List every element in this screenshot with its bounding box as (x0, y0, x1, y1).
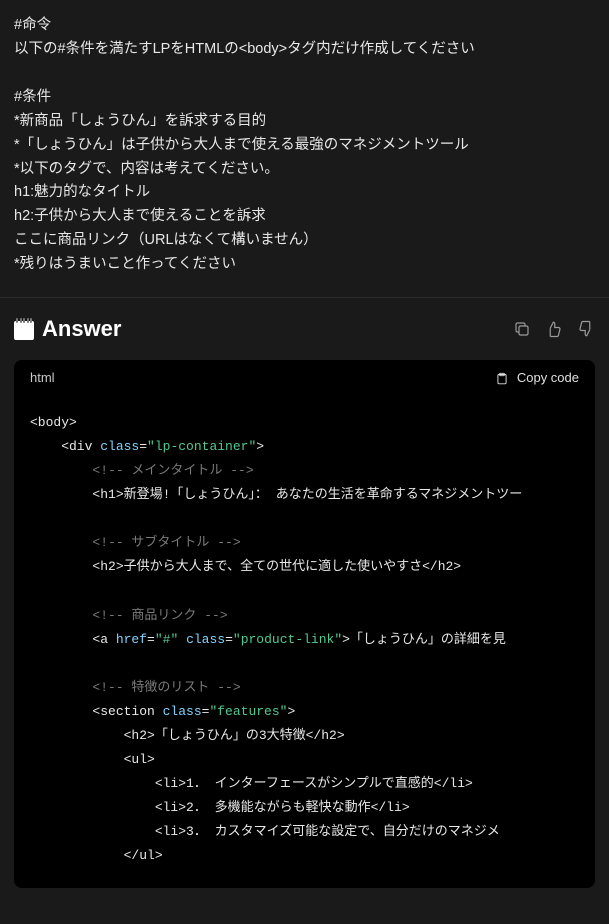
code-line: <body> (30, 415, 77, 430)
code-attr: class (163, 704, 202, 719)
copy-code-button[interactable]: Copy code (495, 370, 579, 385)
code-str: "lp-container" (147, 439, 256, 454)
code-line: <a (30, 632, 116, 647)
code-str: "product-link" (233, 632, 342, 647)
code-comment: <!-- 商品リンク --> (30, 608, 228, 623)
code-line: <h1>新登場!「しょうひん」： あなたの生活を革命するマネジメントツー (30, 487, 522, 502)
code-close: > (256, 439, 264, 454)
code-attr: href (116, 632, 147, 647)
code-header: html Copy code (14, 360, 595, 395)
code-block: html Copy code <body> <div class="lp-con… (14, 360, 595, 888)
code-eq: = (225, 632, 233, 647)
code-line: </ul> (30, 848, 163, 863)
code-line: <section (30, 704, 163, 719)
code-comment: <!-- サブタイトル --> (30, 535, 241, 550)
thumbs-down-icon[interactable] (577, 320, 595, 338)
code-eq: = (139, 439, 147, 454)
code-line: <div (30, 439, 100, 454)
prompt-area: #命令 以下の#条件を満たすLPをHTMLの<body>タグ内だけ作成してくださ… (0, 0, 609, 298)
code-close: > (287, 704, 295, 719)
code-text: >「しょうひん」の詳細を見 (342, 632, 506, 647)
code-comment: <!-- 特徴のリスト --> (30, 680, 241, 695)
code-str: "#" (155, 632, 178, 647)
code-line: <li>1． インターフェースがシンプルで直感的</li> (30, 776, 473, 791)
code-attr: class (100, 439, 139, 454)
code-str: "features" (209, 704, 287, 719)
code-line: <h2>「しょうひん」の3大特徴</h2> (30, 728, 345, 743)
code-attr: class (186, 632, 225, 647)
answer-header: Answer (14, 316, 595, 342)
code-sp (178, 632, 186, 647)
answer-title: Answer (42, 316, 121, 342)
code-line: <ul> (30, 752, 155, 767)
copy-icon[interactable] (513, 320, 531, 338)
copy-code-label: Copy code (517, 370, 579, 385)
notepad-icon (14, 318, 34, 340)
code-line: <li>3． カスタマイズ可能な設定で、自分だけのマネジメ (30, 824, 500, 839)
prompt-text: #命令 以下の#条件を満たすLPをHTMLの<body>タグ内だけ作成してくださ… (14, 14, 595, 277)
code-comment: <!-- メインタイトル --> (30, 463, 254, 478)
answer-title-wrap: Answer (14, 316, 121, 342)
code-language-label: html (30, 370, 55, 385)
thumbs-up-icon[interactable] (545, 320, 563, 338)
code-eq: = (147, 632, 155, 647)
answer-section: Answer html Copy code <body> <div class=… (0, 298, 609, 888)
code-content[interactable]: <body> <div class="lp-container"> <!-- メ… (14, 395, 595, 888)
code-line: <li>2． 多機能ながらも軽快な動作</li> (30, 800, 410, 815)
answer-actions (513, 320, 595, 338)
clipboard-icon (495, 371, 509, 385)
code-line: <h2>子供から大人まで、全ての世代に適した使いやすさ</h2> (30, 559, 461, 574)
